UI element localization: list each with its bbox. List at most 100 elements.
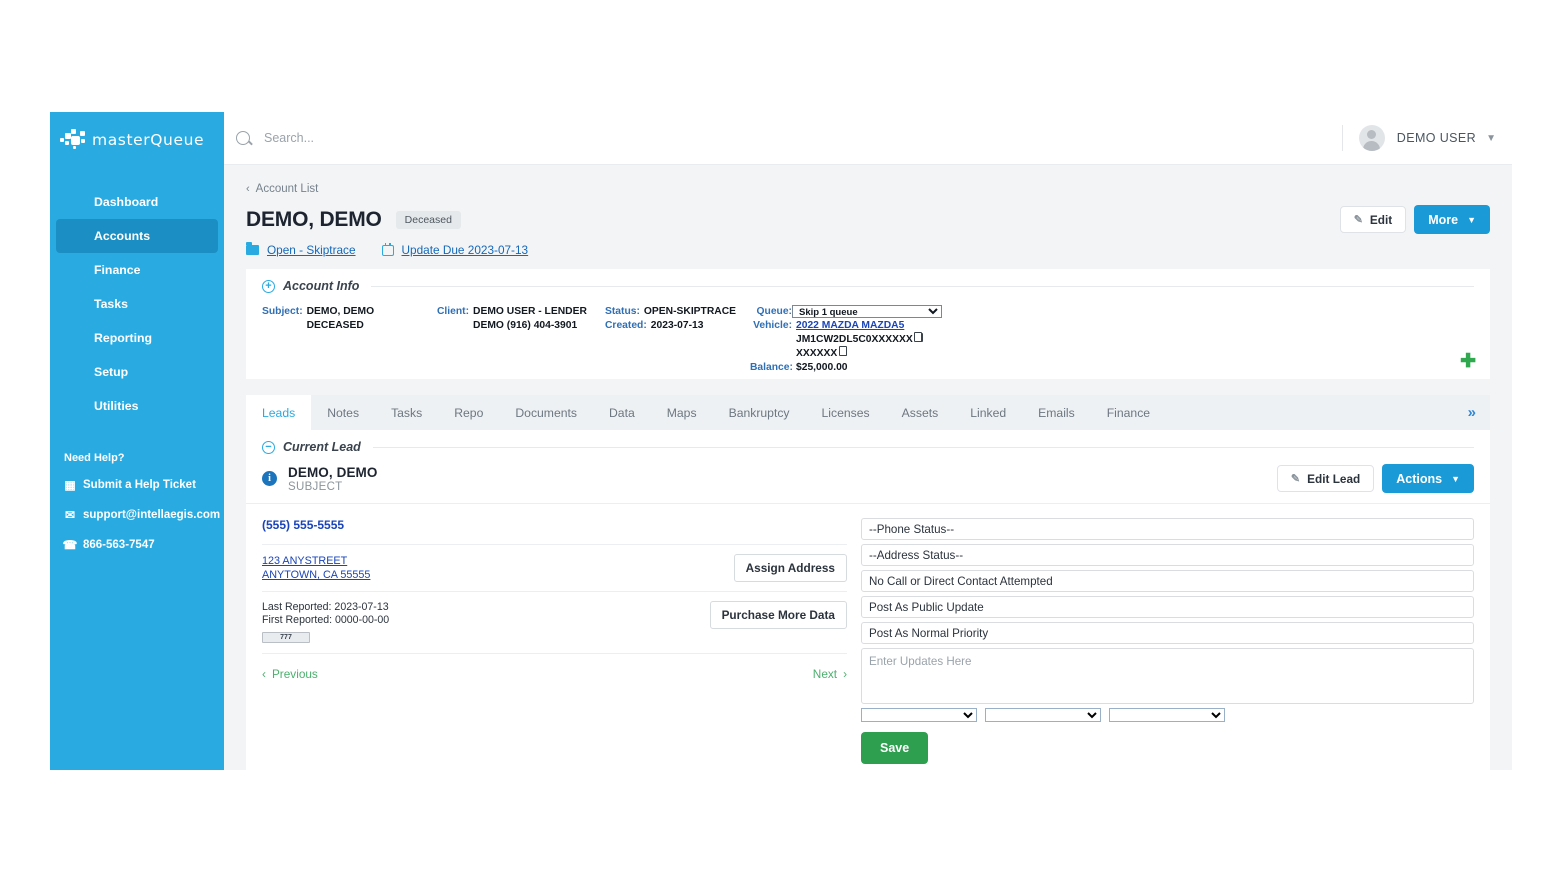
tab-label: Maps bbox=[666, 406, 697, 420]
queue-label: Queue: bbox=[756, 306, 792, 317]
phone-status-select[interactable]: --Phone Status-- bbox=[861, 518, 1474, 540]
expand-plus-icon[interactable]: + bbox=[262, 279, 275, 293]
vin-value-2: XXXXXX bbox=[796, 348, 838, 359]
tab-linked[interactable]: Linked bbox=[954, 395, 1022, 430]
score-badge[interactable]: 777 bbox=[262, 632, 310, 643]
tab-emails[interactable]: Emails bbox=[1022, 395, 1091, 430]
info-col-subject: Subject:DEMO, DEMO Subject:DECEASED bbox=[262, 305, 437, 375]
priority-select[interactable]: Post As Normal Priority bbox=[861, 622, 1474, 644]
help-item-submit-ticket[interactable]: ▦ Submit a Help Ticket bbox=[57, 478, 224, 492]
search-input[interactable] bbox=[262, 130, 562, 146]
sidebar-item-dashboard[interactable]: Dashboard bbox=[56, 185, 218, 219]
tab-licenses[interactable]: Licenses bbox=[806, 395, 886, 430]
extra-select-3[interactable] bbox=[1109, 708, 1225, 722]
current-lead-card: − Current Lead i DEMO, DEMO SUBJECT ✎ Ed… bbox=[246, 430, 1490, 772]
tab-finance[interactable]: Finance bbox=[1091, 395, 1166, 430]
tab-label: Tasks bbox=[391, 406, 423, 420]
tab-label: Assets bbox=[901, 406, 939, 420]
sidebar-item-utilities[interactable]: Utilities bbox=[56, 389, 218, 423]
address-line-1[interactable]: 123 ANYSTREET bbox=[262, 554, 370, 568]
pencil-icon: ✎ bbox=[1353, 214, 1363, 226]
edit-button[interactable]: ✎ Edit bbox=[1339, 206, 1407, 233]
more-button[interactable]: More ▼ bbox=[1414, 205, 1490, 234]
tab-data[interactable]: Data bbox=[593, 395, 651, 430]
tab-label: Repo bbox=[454, 406, 484, 420]
save-button[interactable]: Save bbox=[861, 732, 929, 764]
purchase-more-data-button[interactable]: Purchase More Data bbox=[709, 601, 847, 629]
account-due-link[interactable]: Update Due 2023-07-13 bbox=[381, 242, 529, 257]
address-line-2[interactable]: ANYTOWN, CA 55555 bbox=[262, 568, 370, 582]
info-col-queue: Queue: Skip 1 queue Vehicle: 2022 MAZDA … bbox=[750, 305, 942, 375]
updates-textarea[interactable] bbox=[861, 648, 1474, 704]
lead-address: 123 ANYSTREET ANYTOWN, CA 55555 bbox=[262, 554, 370, 582]
queue-select[interactable]: Skip 1 queue bbox=[792, 305, 942, 318]
breadcrumb[interactable]: ‹ Account List bbox=[246, 183, 318, 195]
previous-lead-link[interactable]: ‹ Previous bbox=[262, 667, 318, 681]
last-reported: Last Reported: 2023-07-13 bbox=[262, 601, 389, 613]
info-icon[interactable]: i bbox=[262, 471, 277, 486]
main-content: DEMO USER ▼ ‹ Account List DEMO, DEMO De… bbox=[224, 112, 1512, 772]
tab-leads[interactable]: Leads bbox=[246, 395, 312, 430]
tab-documents[interactable]: Documents bbox=[499, 395, 593, 430]
collapse-minus-icon[interactable]: − bbox=[262, 440, 275, 454]
account-status-link[interactable]: Open - Skiptrace bbox=[246, 242, 356, 257]
tab-tasks[interactable]: Tasks bbox=[375, 395, 438, 430]
sidebar-item-reporting[interactable]: Reporting bbox=[56, 321, 218, 355]
edit-lead-label: Edit Lead bbox=[1307, 471, 1361, 486]
created-value: 2023-07-13 bbox=[650, 320, 704, 331]
lead-phone[interactable]: (555) 555-5555 bbox=[262, 518, 847, 544]
current-lead-title: Current Lead bbox=[283, 440, 361, 454]
lead-reported-row: Last Reported: 2023-07-13 First Reported… bbox=[262, 591, 847, 653]
balance-label: Balance: bbox=[750, 362, 793, 373]
brand-logo[interactable]: masterQueue bbox=[50, 112, 224, 167]
contact-status-select[interactable]: No Call or Direct Contact Attempted bbox=[861, 570, 1474, 592]
sidebar-item-tasks[interactable]: Tasks bbox=[56, 287, 218, 321]
double-chevron-right-icon[interactable]: » bbox=[1452, 404, 1490, 421]
assign-address-button[interactable]: Assign Address bbox=[733, 554, 847, 582]
help-item-phone[interactable]: ☎ 866-563-7547 bbox=[57, 538, 224, 552]
phone-icon: ☎ bbox=[62, 538, 78, 552]
address-status-select[interactable]: --Address Status-- bbox=[861, 544, 1474, 566]
info-col-status: Status: OPEN-SKIPTRACE Created: 2023-07-13 bbox=[605, 305, 750, 375]
sidebar-item-label: Accounts bbox=[94, 229, 151, 243]
account-info-header[interactable]: + Account Info bbox=[246, 269, 1490, 299]
page-title: DEMO, DEMO bbox=[246, 207, 382, 231]
extra-select-2[interactable] bbox=[985, 708, 1101, 722]
sidebar-item-setup[interactable]: Setup bbox=[56, 355, 218, 389]
account-meta-row: Open - Skiptrace Update Due 2023-07-13 bbox=[246, 242, 1490, 269]
add-record-icon[interactable]: ✚ bbox=[1460, 352, 1476, 371]
chevron-down-icon: ▼ bbox=[1486, 132, 1496, 144]
tab-bankruptcy[interactable]: Bankruptcy bbox=[713, 395, 806, 430]
sidebar-item-label: Dashboard bbox=[94, 195, 159, 209]
pencil-icon: ✎ bbox=[1290, 473, 1301, 485]
next-lead-link[interactable]: Next › bbox=[813, 667, 847, 681]
actions-button[interactable]: Actions ▼ bbox=[1382, 464, 1474, 493]
divider bbox=[372, 446, 1474, 448]
vehicle-link[interactable]: 2022 MAZDA MAZDA5 bbox=[796, 319, 904, 332]
subject-value-2: DECEASED bbox=[306, 320, 364, 331]
help-item-support-email[interactable]: ✉ support@intellaegis.com bbox=[57, 508, 224, 522]
tab-maps[interactable]: Maps bbox=[651, 395, 713, 430]
tab-notes[interactable]: Notes bbox=[311, 395, 375, 430]
account-status-label[interactable]: Open - Skiptrace bbox=[267, 243, 356, 257]
ticket-icon: ▦ bbox=[64, 478, 76, 492]
lead-person-role: SUBJECT bbox=[288, 480, 343, 493]
edit-lead-button[interactable]: ✎ Edit Lead bbox=[1276, 465, 1375, 492]
help-item-label: support@intellaegis.com bbox=[83, 509, 221, 521]
tab-assets[interactable]: Assets bbox=[886, 395, 955, 430]
account-info-card: + Account Info Subject:DEMO, DEMO Subjec… bbox=[246, 269, 1490, 379]
sidebar-item-label: Tasks bbox=[94, 297, 128, 311]
account-due-label[interactable]: Update Due 2023-07-13 bbox=[402, 243, 529, 257]
extra-select-1[interactable] bbox=[861, 708, 977, 722]
tab-label: Emails bbox=[1038, 406, 1075, 420]
copy-icon[interactable] bbox=[838, 346, 848, 356]
user-menu[interactable]: DEMO USER ▼ bbox=[1341, 125, 1512, 151]
sidebar-item-accounts[interactable]: Accounts bbox=[56, 219, 218, 253]
divider bbox=[1341, 125, 1343, 151]
search-container[interactable] bbox=[224, 130, 1342, 146]
sidebar-item-finance[interactable]: Finance bbox=[56, 253, 218, 287]
visibility-select[interactable]: Post As Public Update bbox=[861, 596, 1474, 618]
current-lead-header[interactable]: − Current Lead bbox=[246, 430, 1490, 456]
copy-icon[interactable] bbox=[914, 332, 923, 342]
tab-repo[interactable]: Repo bbox=[438, 395, 499, 430]
